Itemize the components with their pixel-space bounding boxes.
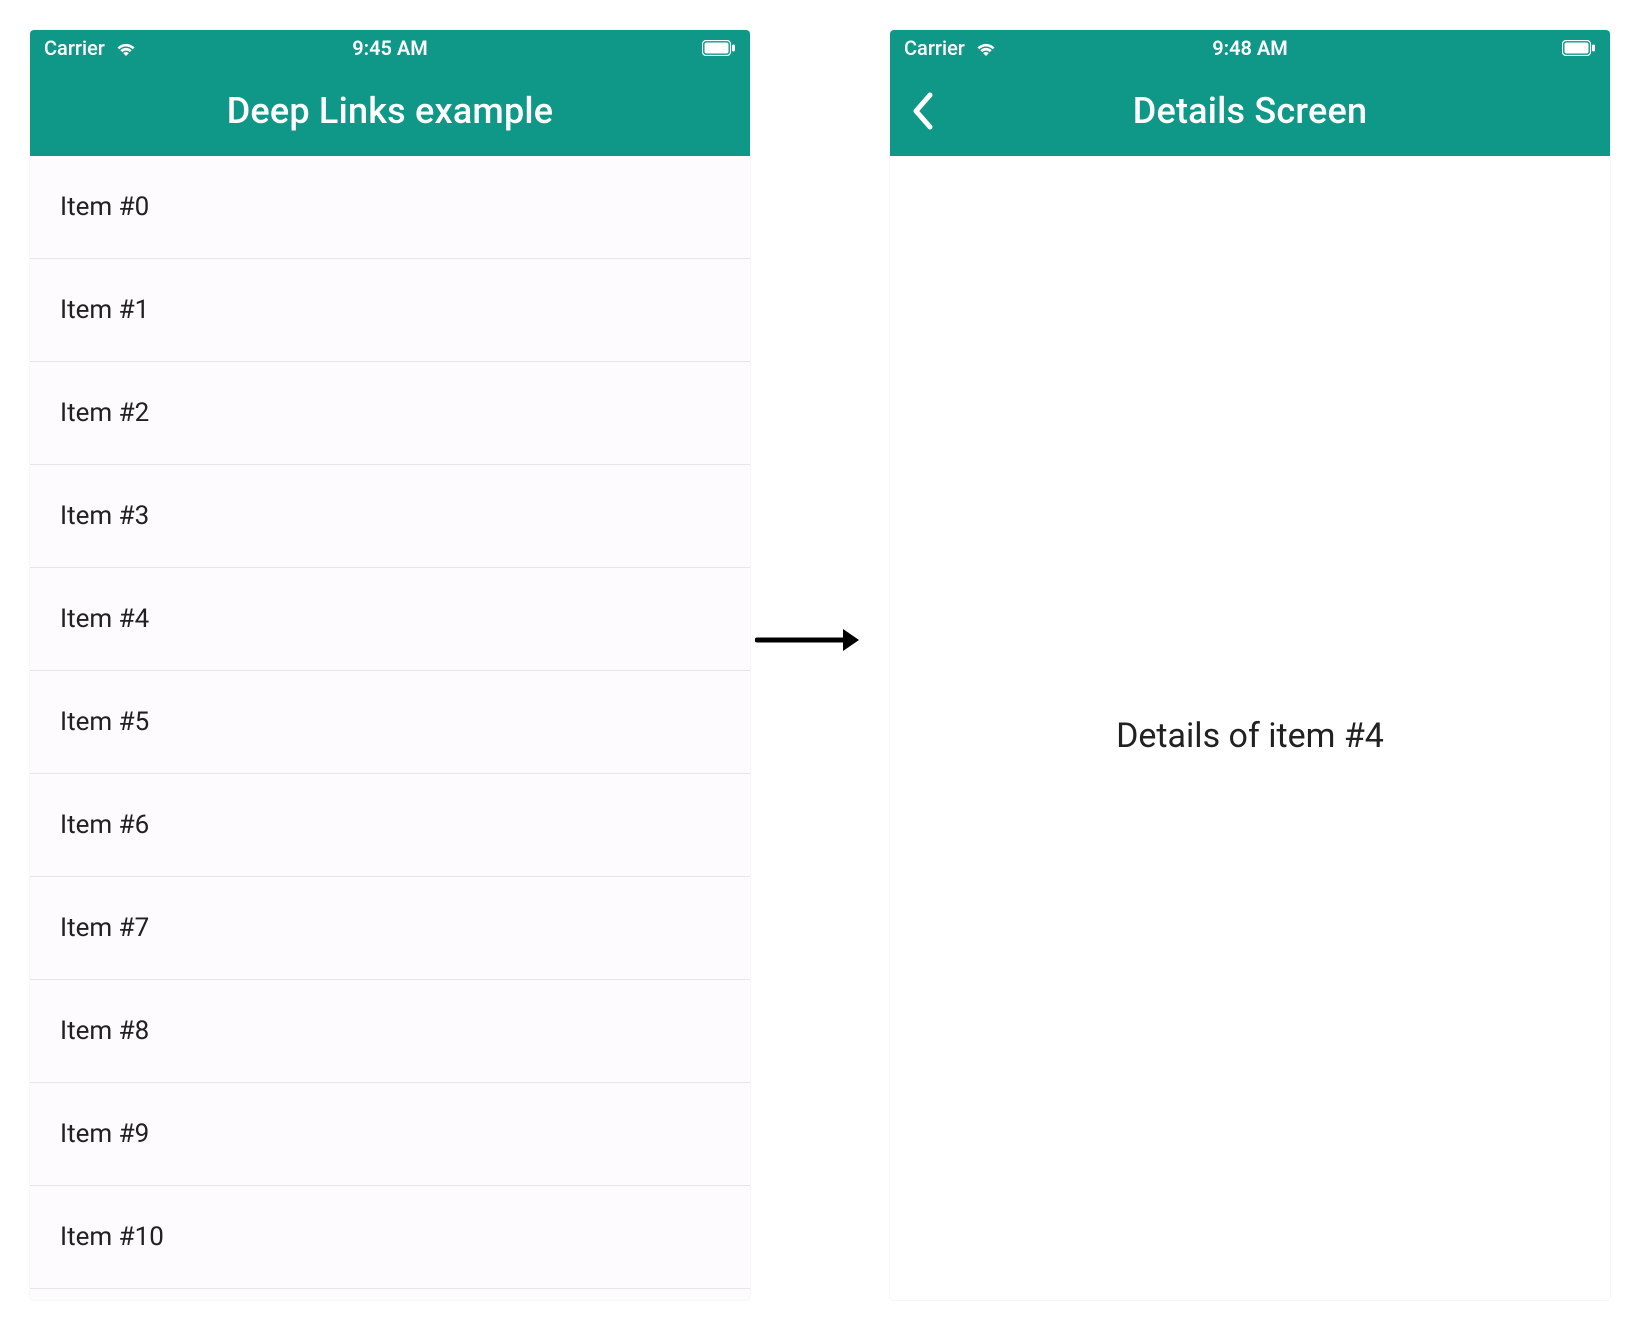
battery-icon xyxy=(1562,40,1596,56)
list-item[interactable]: Item #1 xyxy=(30,259,750,362)
wifi-icon xyxy=(975,40,997,56)
clock-label: 9:45 AM xyxy=(30,36,750,60)
back-button[interactable] xyxy=(910,66,934,156)
wifi-icon xyxy=(115,40,137,56)
item-list[interactable]: Item #0 Item #1 Item #2 Item #3 Item #4 … xyxy=(30,156,750,1300)
list-item[interactable]: Item #0 xyxy=(30,156,750,259)
clock-label: 9:48 AM xyxy=(890,36,1610,60)
status-bar: Carrier 9:48 AM xyxy=(890,30,1610,66)
list-item-label: Item #3 xyxy=(60,501,149,531)
list-item[interactable]: Item #8 xyxy=(30,980,750,1083)
carrier-label: Carrier xyxy=(904,36,965,60)
list-item-label: Item #4 xyxy=(60,604,149,634)
list-item-label: Item #1 xyxy=(60,295,149,325)
list-item[interactable]: Item #5 xyxy=(30,671,750,774)
list-item[interactable]: Item #4 xyxy=(30,568,750,671)
details-text: Details of item #4 xyxy=(1116,716,1384,756)
list-item[interactable]: Item #9 xyxy=(30,1083,750,1186)
list-item-label: Item #2 xyxy=(60,398,149,428)
carrier-label: Carrier xyxy=(44,36,105,60)
page-title: Deep Links example xyxy=(227,90,554,132)
chevron-left-icon xyxy=(910,91,934,131)
screenshot-canvas: Carrier 9:45 AM Deep Links example Item … xyxy=(0,0,1640,1330)
page-title: Details Screen xyxy=(1133,90,1367,132)
list-item[interactable]: Item #3 xyxy=(30,465,750,568)
list-item-label: Item #7 xyxy=(60,913,149,943)
list-item[interactable]: Item #6 xyxy=(30,774,750,877)
nav-bar: Details Screen xyxy=(890,66,1610,156)
list-item-label: Item #8 xyxy=(60,1016,149,1046)
list-item-label: Item #9 xyxy=(60,1119,149,1149)
list-item[interactable]: Item #10 xyxy=(30,1186,750,1289)
list-item-label: Item #6 xyxy=(60,810,149,840)
battery-icon xyxy=(702,40,736,56)
list-item[interactable]: Item #2 xyxy=(30,362,750,465)
list-item-label: Item #10 xyxy=(60,1222,164,1252)
list-item-label: Item #0 xyxy=(60,192,149,222)
status-bar: Carrier 9:45 AM xyxy=(30,30,750,66)
list-item-label: Item #5 xyxy=(60,707,149,737)
phone-list-screen: Carrier 9:45 AM Deep Links example Item … xyxy=(30,30,750,1300)
nav-bar: Deep Links example xyxy=(30,66,750,156)
details-body: Details of item #4 xyxy=(890,156,1610,1300)
arrow-icon xyxy=(755,625,863,655)
phone-details-screen: Carrier 9:48 AM Details Screen Details o xyxy=(890,30,1610,1300)
list-item[interactable]: Item #7 xyxy=(30,877,750,980)
